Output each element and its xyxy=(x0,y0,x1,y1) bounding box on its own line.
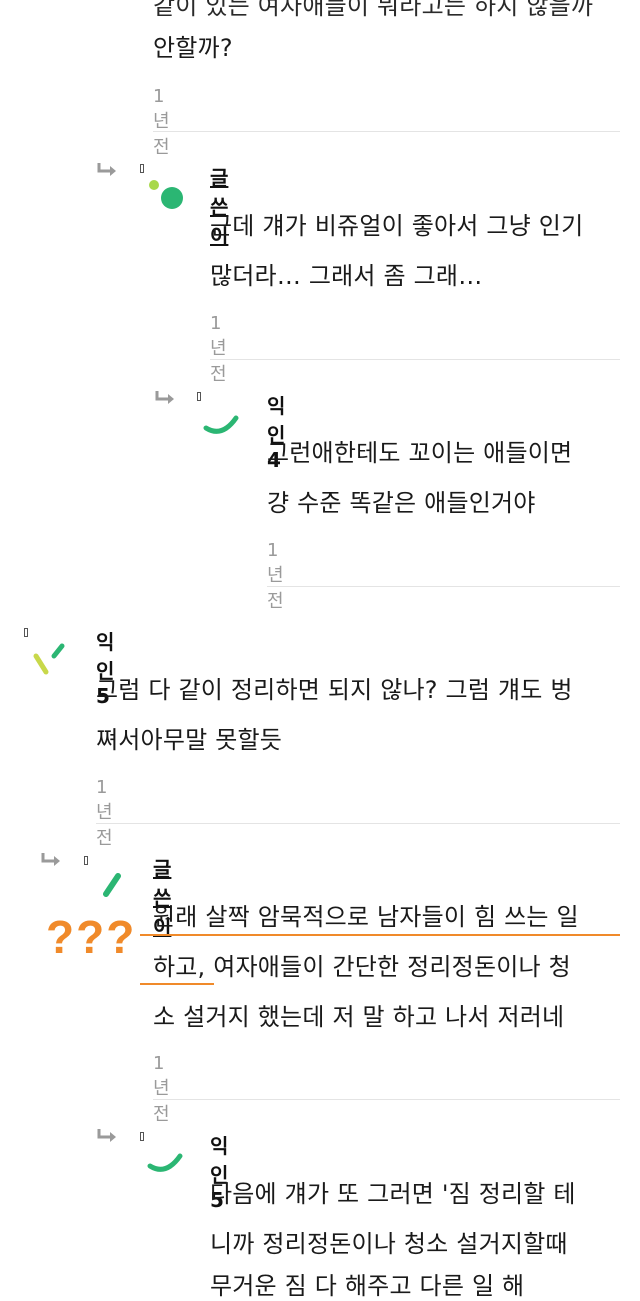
comment-top-line-1: 같이 있는 여자애들이 뭐라고는 하지 않을까 xyxy=(153,0,594,20)
reply-4-line-1: 다음에 걔가 또 그러면 '짐 정리할 테 xyxy=(210,1180,576,1208)
divider xyxy=(153,131,620,132)
reply-1-time: 1년전 xyxy=(210,313,227,385)
avatar-icon xyxy=(149,180,183,209)
reply-4-line-2: 니까 정리정돈이나 청소 설거지할때 xyxy=(210,1230,568,1258)
comment-5-time: 1년전 xyxy=(96,777,113,849)
comment-5-line-1: 그럼 다 같이 정리하면 되지 않나? 그럼 걔도 벙 xyxy=(96,676,573,704)
checkbox-icon xyxy=(140,1132,144,1141)
reply-arrow-icon xyxy=(41,853,60,866)
annotation-underline xyxy=(140,934,620,936)
reply-1-line-2: 많더라… 그래서 좀 그래… xyxy=(210,262,483,290)
checkbox-icon xyxy=(24,628,28,637)
checkbox-icon xyxy=(197,392,201,401)
reply-2-line-2: 걍 수준 똑같은 애들인거야 xyxy=(267,489,536,517)
annotation-question-marks: ??? xyxy=(46,911,137,963)
divider xyxy=(153,1099,620,1100)
divider xyxy=(267,586,620,587)
reply-2-time: 1년전 xyxy=(267,540,284,612)
divider xyxy=(96,823,620,824)
annotation-underline xyxy=(140,983,214,985)
checkbox-icon xyxy=(84,856,88,865)
reply-3-time: 1년전 xyxy=(153,1053,170,1125)
avatar-icon xyxy=(33,643,65,675)
comment-top-line-2: 안할까? xyxy=(153,34,233,62)
reply-3-line-3: 소 설거지 했는데 저 말 하고 나서 저러네 xyxy=(153,1003,565,1031)
reply-arrow-icon xyxy=(155,391,174,404)
comment-5-line-2: 쪄서아무말 못할듯 xyxy=(96,726,283,754)
avatar-icon xyxy=(203,415,239,434)
avatar-icon xyxy=(147,1153,183,1172)
reply-3-line-1: 원래 살짝 암묵적으로 남자들이 힘 쓰는 일 xyxy=(153,903,579,931)
avatar-icon xyxy=(103,873,121,897)
comment-top-time: 1년전 xyxy=(153,86,170,158)
reply-arrow-icon xyxy=(97,163,116,176)
divider xyxy=(210,359,620,360)
reply-arrow-icon xyxy=(97,1129,116,1142)
checkbox-icon xyxy=(140,164,144,173)
reply-4-line-3: 무거운 짐 다 해주고 다른 일 해 xyxy=(210,1272,525,1300)
reply-1-line-1: 근데 걔가 비쥬얼이 좋아서 그냥 인기 xyxy=(210,212,584,240)
reply-2-line-1: 그런애한테도 꼬이는 애들이면 xyxy=(267,439,573,467)
reply-3-line-2: 하고, 여자애들이 간단한 정리정돈이나 청 xyxy=(153,953,571,981)
